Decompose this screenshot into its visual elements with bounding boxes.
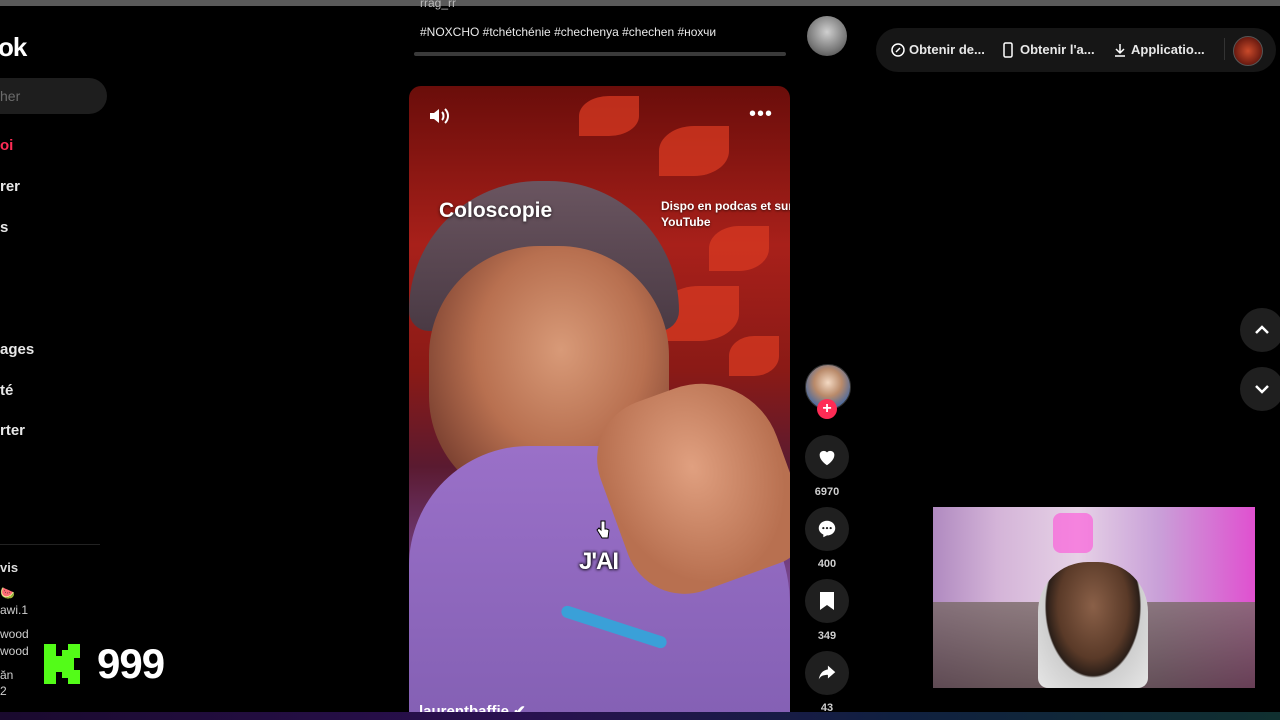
- save-count: 349: [817, 630, 837, 642]
- heart-icon: [819, 450, 835, 466]
- prev-video-author: rrag_rr: [420, 0, 457, 10]
- more-icon[interactable]: •••: [749, 104, 772, 128]
- following-account-3-name[interactable]: ăn: [0, 668, 13, 682]
- top-edge: [0, 0, 1280, 6]
- video-promo-overlay: Dispo en podcas et sur YouTube: [661, 199, 790, 229]
- sound-icon[interactable]: [427, 104, 451, 128]
- comment-icon: [818, 520, 836, 538]
- coin-icon: [891, 43, 905, 57]
- share-button[interactable]: [805, 651, 849, 695]
- next-video-button[interactable]: [1240, 367, 1280, 411]
- kick-logo-icon: [44, 644, 80, 684]
- following-account-3-handle[interactable]: 2: [0, 684, 7, 698]
- streamer-webcam: [933, 507, 1255, 688]
- phone-icon: [1003, 42, 1013, 58]
- search-input[interactable]: her: [0, 78, 107, 114]
- sidebar-item-following[interactable]: s: [0, 219, 8, 236]
- bookmark-icon: [820, 592, 834, 610]
- following-account-2-handle[interactable]: wood: [0, 644, 29, 658]
- sidebar-item-explore[interactable]: rer: [0, 178, 20, 195]
- previous-video-button[interactable]: [1240, 308, 1280, 352]
- profile-avatar[interactable]: [1233, 36, 1263, 66]
- video-title-overlay: Coloscopie: [439, 199, 553, 222]
- tiktok-logo[interactable]: ok: [0, 32, 27, 63]
- share-icon: [818, 665, 836, 680]
- following-account-2-name[interactable]: wood: [0, 627, 29, 641]
- toolbar-divider: [1224, 38, 1225, 60]
- like-count: 6970: [814, 486, 840, 498]
- video-player[interactable]: ••• Coloscopie Dispo en podcas et sur Yo…: [409, 86, 790, 720]
- sidebar-item-messages[interactable]: ages: [0, 341, 34, 358]
- get-coins-button[interactable]: Obtenir de...: [909, 42, 985, 57]
- get-app-button[interactable]: Obtenir l'a...: [1020, 42, 1095, 57]
- download-icon: [1115, 44, 1125, 57]
- comment-count: 400: [817, 558, 837, 570]
- bottom-edge: [0, 712, 1280, 720]
- desktop-app-button[interactable]: Applicatio...: [1131, 42, 1205, 57]
- chevron-up-icon: [1255, 325, 1269, 334]
- sidebar-divider: [0, 544, 100, 545]
- following-accounts-title: vis: [0, 560, 19, 575]
- viewer-count: 999: [97, 640, 165, 687]
- chevron-down-icon: [1255, 385, 1269, 394]
- prev-video-hashtags[interactable]: #NOXCHO #tchétchénie #chechenya #chechen…: [420, 25, 716, 39]
- following-account-1-handle[interactable]: awi.1: [0, 603, 28, 617]
- save-button[interactable]: [805, 579, 849, 623]
- following-account-1-name[interactable]: 🍉: [0, 586, 15, 600]
- hand-cursor-icon: [596, 520, 610, 539]
- sidebar-item-upload[interactable]: rter: [0, 422, 25, 439]
- prev-video-progress-bar[interactable]: [414, 52, 786, 56]
- prev-video-avatar[interactable]: [807, 16, 847, 56]
- sidebar-item-for-you[interactable]: oi: [0, 137, 13, 154]
- comment-button[interactable]: [805, 507, 849, 551]
- like-button[interactable]: [805, 435, 849, 479]
- follow-button[interactable]: +: [817, 399, 837, 419]
- video-caption: J'AI: [579, 548, 619, 575]
- sidebar-item-activity[interactable]: té: [0, 382, 13, 399]
